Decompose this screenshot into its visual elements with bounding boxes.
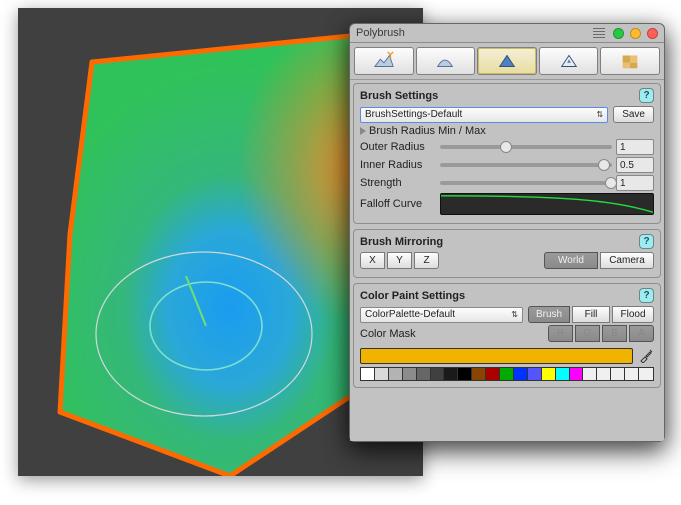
strength-field[interactable]: 1 [616, 175, 654, 191]
palette-swatch[interactable] [556, 368, 570, 380]
falloff-curve-field[interactable] [440, 193, 654, 215]
help-icon[interactable]: ? [639, 288, 654, 303]
palette-swatches[interactable] [360, 367, 654, 381]
mirror-space-world[interactable]: World [544, 252, 598, 269]
mask-g-button[interactable]: G [575, 325, 600, 342]
brush-preset-popup[interactable]: BrushSettings-Default ⇅ [360, 107, 608, 123]
help-icon[interactable]: ? [639, 88, 654, 103]
help-icon[interactable]: ? [639, 234, 654, 249]
palette-swatch[interactable] [389, 368, 403, 380]
palette-swatch[interactable] [597, 368, 611, 380]
palette-swatch[interactable] [611, 368, 625, 380]
color-mask-label: Color Mask [360, 328, 543, 340]
tab-texture[interactable] [600, 47, 660, 75]
tool-tab-bar [350, 43, 664, 80]
palette-swatch[interactable] [361, 368, 375, 380]
palette-swatch[interactable] [472, 368, 486, 380]
tab-prefab[interactable] [539, 47, 599, 75]
palette-swatch[interactable] [444, 368, 458, 380]
palette-swatch[interactable] [570, 368, 584, 380]
chevron-updown-icon: ⇅ [511, 310, 518, 319]
palette-swatch[interactable] [431, 368, 445, 380]
mirror-z-button[interactable]: Z [414, 252, 439, 269]
palette-swatch[interactable] [542, 368, 556, 380]
traffic-yellow[interactable] [630, 28, 641, 39]
palette-swatch[interactable] [514, 368, 528, 380]
color-paint-heading: Color Paint Settings [360, 290, 465, 302]
mode-brush-button[interactable]: Brush [528, 306, 570, 323]
tab-smooth[interactable] [416, 47, 476, 75]
window-controls [593, 28, 658, 39]
color-paint-section: Color Paint Settings ? ColorPalette-Defa… [353, 283, 661, 388]
triangle-right-icon [360, 127, 366, 135]
outer-radius-slider[interactable] [440, 145, 612, 149]
brush-settings-section: Brush Settings ? BrushSettings-Default ⇅… [353, 83, 661, 224]
inner-radius-slider[interactable] [440, 163, 612, 167]
mode-flood-button[interactable]: Flood [612, 306, 654, 323]
outer-radius-label: Outer Radius [360, 141, 436, 153]
outer-radius-field[interactable]: 1 [616, 139, 654, 155]
palette-swatch[interactable] [375, 368, 389, 380]
palette-swatch[interactable] [639, 368, 653, 380]
palette-swatch[interactable] [458, 368, 472, 380]
brush-preset-label: BrushSettings-Default [365, 109, 462, 120]
palette-swatch[interactable] [583, 368, 597, 380]
mirror-space-camera[interactable]: Camera [600, 252, 654, 269]
inner-radius-label: Inner Radius [360, 159, 436, 171]
paint-mode-group: Brush Fill Flood [528, 306, 654, 323]
traffic-red[interactable] [647, 28, 658, 39]
strength-label: Strength [360, 177, 436, 189]
mode-fill-button[interactable]: Fill [572, 306, 610, 323]
tab-raise-lower[interactable] [354, 47, 414, 75]
current-color-field[interactable] [360, 348, 633, 364]
polybrush-panel: Polybrush Brush Settings ? [349, 23, 665, 442]
mirror-space-group: World Camera [544, 252, 654, 269]
mask-b-button[interactable]: B [602, 325, 627, 342]
palette-popup-label: ColorPalette-Default [365, 309, 455, 320]
palette-swatch[interactable] [500, 368, 514, 380]
mirroring-heading: Brush Mirroring [360, 236, 443, 248]
falloff-label: Falloff Curve [360, 198, 436, 210]
palette-swatch[interactable] [403, 368, 417, 380]
palette-swatch[interactable] [417, 368, 431, 380]
brush-mirroring-section: Brush Mirroring ? X Y Z World Camera [353, 229, 661, 278]
panel-menu-icon[interactable] [593, 28, 605, 38]
mirror-x-button[interactable]: X [360, 252, 385, 269]
palette-swatch[interactable] [486, 368, 500, 380]
palette-swatch[interactable] [625, 368, 639, 380]
save-button[interactable]: Save [613, 106, 654, 123]
brush-settings-heading: Brush Settings [360, 90, 438, 102]
mask-a-button[interactable]: A [629, 325, 654, 342]
chevron-updown-icon: ⇅ [597, 110, 604, 119]
mirror-y-button[interactable]: Y [387, 252, 412, 269]
eyedropper-icon[interactable] [638, 348, 654, 364]
mirror-axis-group: X Y Z [360, 252, 439, 269]
palette-swatch[interactable] [528, 368, 542, 380]
traffic-green[interactable] [613, 28, 624, 39]
inner-radius-field[interactable]: 0.5 [616, 157, 654, 173]
palette-popup[interactable]: ColorPalette-Default ⇅ [360, 307, 523, 323]
mask-r-button[interactable]: R [548, 325, 573, 342]
radius-minmax-label: Brush Radius Min / Max [369, 125, 486, 137]
radius-minmax-foldout[interactable]: Brush Radius Min / Max [360, 125, 654, 137]
strength-slider[interactable] [440, 181, 612, 185]
tab-paint[interactable] [477, 47, 537, 75]
color-mask-group: R G B A [548, 325, 654, 342]
panel-title: Polybrush [356, 27, 593, 39]
panel-titlebar[interactable]: Polybrush [350, 24, 664, 43]
